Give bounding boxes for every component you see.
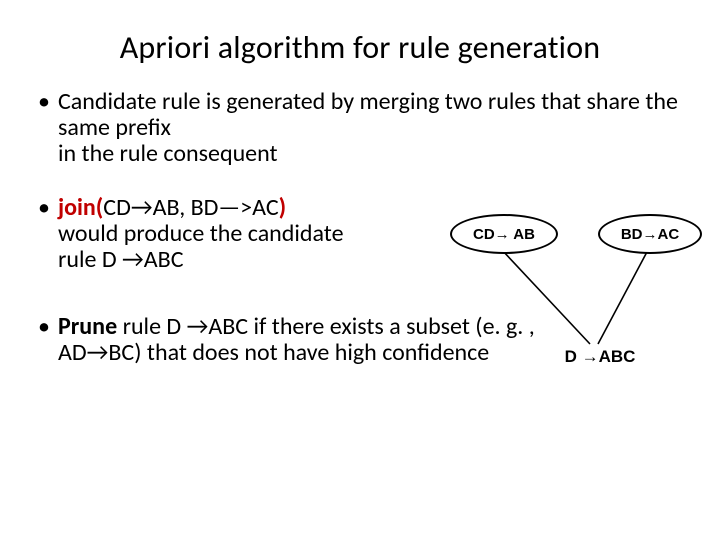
slide: Apriori algorithm for rule generation Ca… [0,0,720,540]
join-rule-1: CD→AB [103,193,179,222]
bullet-2-line2: would produce the candidate [58,219,344,248]
bullet-1: Candidate rule is generated by merging t… [36,89,684,167]
bullet-2: join(CD→AB, BD—>AC) would produce the ca… [36,195,478,273]
join-comma: , [179,193,190,222]
prune-keyword: Prune [58,312,117,341]
join-keyword: join( [58,193,103,222]
bullet-1-text: Candidate rule is generated by merging t… [58,87,678,168]
bullet-list: Candidate rule is generated by merging t… [36,89,684,366]
slide-title: Apriori algorithm for rule generation [36,28,684,67]
join-rule-2: BD—>AC [191,193,279,222]
bullet-2-line3: rule D →ABC [58,245,184,274]
bullet-3: Prune rule D →ABC if there exists a subs… [36,314,618,366]
join-close: ) [279,193,286,222]
bullet-3-text: rule D →ABC if there exists a subset (e.… [58,312,535,367]
